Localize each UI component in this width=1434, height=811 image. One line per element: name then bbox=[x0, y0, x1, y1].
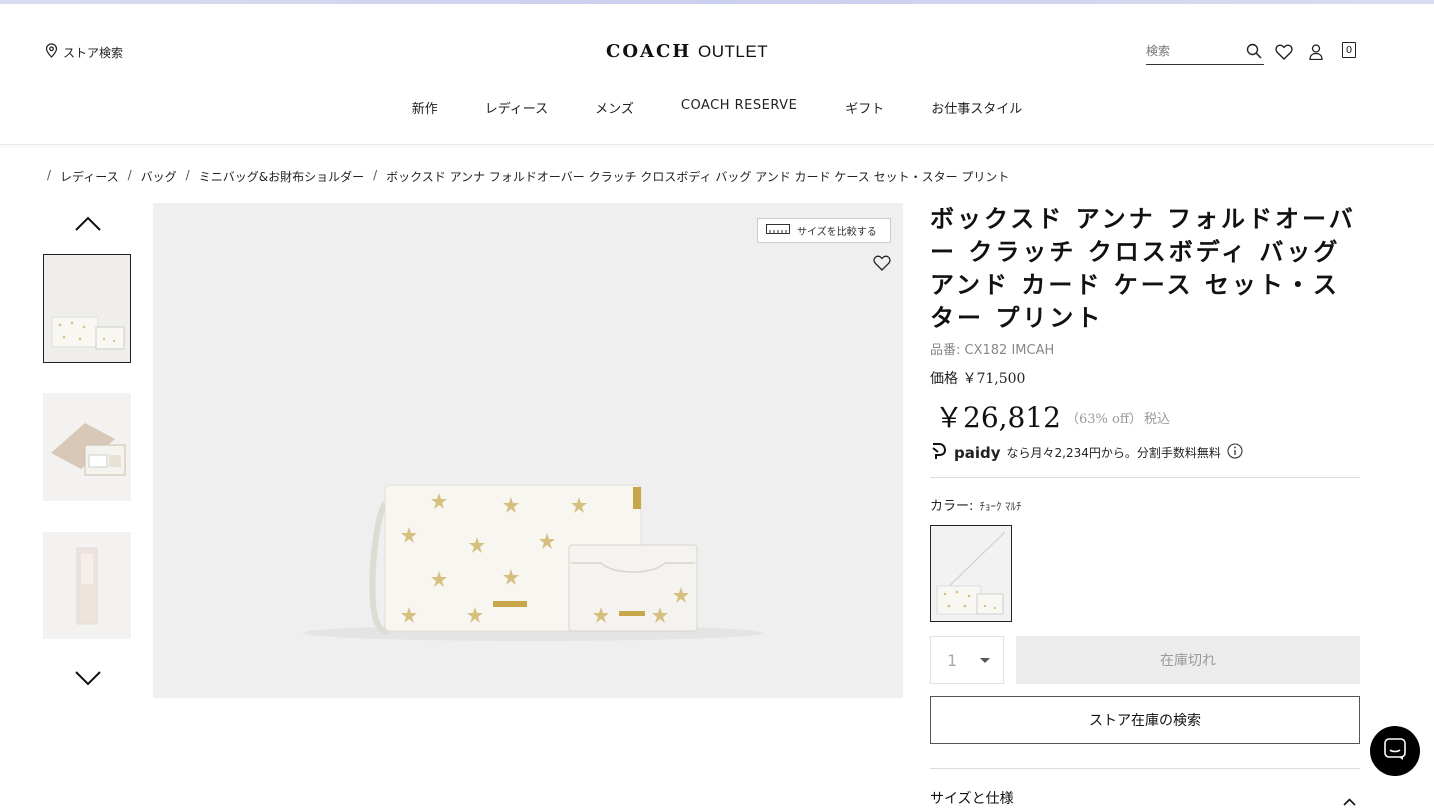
paidy-installment-info: paidy なら月々2,234円から。分割手数料無料 bbox=[930, 442, 1243, 463]
thumbnail-open-bag-image bbox=[43, 532, 131, 639]
paidy-text: なら月々2,234円から。分割手数料無料 bbox=[1006, 446, 1221, 460]
logo-main: COACH bbox=[606, 41, 692, 62]
thumbnail-1[interactable] bbox=[43, 254, 131, 363]
chevron-down-icon bbox=[980, 658, 990, 663]
discount-badge: （63% off） bbox=[1066, 412, 1143, 427]
nav-item-new[interactable]: 新作 bbox=[412, 98, 438, 117]
location-pin-icon bbox=[45, 43, 58, 61]
site-header: ストア検索 COACH OUTLET 0 新作 レディース メンズ COACH … bbox=[0, 4, 1434, 145]
breadcrumb: / レディース / バッグ / ミニバッグ&お財布ショルダー / ボックスド ア… bbox=[47, 168, 1009, 185]
nav-item-work-style[interactable]: お仕事スタイル bbox=[931, 98, 1022, 117]
chat-bubble-icon bbox=[1383, 737, 1407, 765]
info-icon[interactable] bbox=[1227, 443, 1243, 462]
thumbnail-scroll-up-icon[interactable] bbox=[75, 215, 101, 235]
section-divider bbox=[930, 768, 1360, 769]
thumbnail-2[interactable] bbox=[43, 393, 131, 501]
breadcrumb-item[interactable]: ミニバッグ&お財布ショルダー bbox=[199, 168, 364, 185]
size-spec-accordion[interactable]: サイズと仕様 bbox=[930, 788, 1014, 808]
thumbnail-bag-image bbox=[44, 255, 130, 362]
paidy-logo-icon bbox=[930, 442, 948, 463]
product-title: ボックスド アンナ フォルドオーバー クラッチ クロスボディ バッグ アンド カ… bbox=[930, 204, 1356, 332]
sold-out-button[interactable]: 在庫切れ bbox=[1016, 636, 1360, 684]
main-nav: 新作 レディース メンズ COACH RESERVE ギフト お仕事スタイル bbox=[0, 98, 1434, 117]
product-photo bbox=[153, 203, 903, 698]
thumbnail-3[interactable] bbox=[43, 532, 131, 639]
search-input[interactable] bbox=[1146, 40, 1241, 62]
color-label: カラー: bbox=[930, 499, 974, 514]
chevron-up-icon[interactable] bbox=[1343, 791, 1356, 810]
quantity-value: 1 bbox=[947, 650, 958, 670]
nav-item-gift[interactable]: ギフト bbox=[845, 98, 884, 117]
compare-size-label: サイズを比較する bbox=[797, 227, 877, 238]
thumbnail-box-image bbox=[43, 393, 131, 501]
breadcrumb-separator: / bbox=[47, 168, 52, 182]
brand-logo[interactable]: COACH OUTLET bbox=[606, 41, 768, 62]
paidy-brand: paidy bbox=[954, 443, 1001, 462]
product-sku: 品番: CX182 IMCAH bbox=[930, 343, 1055, 358]
original-price: 価格 ￥71,500 bbox=[930, 371, 1026, 387]
breadcrumb-current: ボックスド アンナ フォルドオーバー クラッチ クロスボディ バッグ アンド カ… bbox=[386, 170, 1010, 184]
breadcrumb-item[interactable]: バッグ bbox=[141, 168, 177, 185]
store-locator-label: ストア検索 bbox=[63, 45, 124, 60]
store-locator-link[interactable]: ストア検索 bbox=[45, 43, 123, 61]
tax-label: 税込 bbox=[1144, 412, 1171, 427]
quantity-select[interactable]: 1 bbox=[930, 636, 1004, 684]
sale-price: ￥26,812 bbox=[935, 401, 1061, 434]
color-value: ﾁｮｰｸ ﾏﾙﾁ bbox=[979, 500, 1022, 513]
nav-item-ladies[interactable]: レディース bbox=[485, 98, 548, 117]
account-icon[interactable] bbox=[1309, 44, 1323, 64]
wishlist-heart-icon[interactable] bbox=[1275, 44, 1293, 64]
main-product-image[interactable] bbox=[153, 203, 903, 698]
ruler-icon bbox=[766, 224, 790, 237]
search-box[interactable] bbox=[1146, 40, 1264, 65]
breadcrumb-separator: / bbox=[185, 168, 190, 182]
breadcrumb-item[interactable]: レディース bbox=[60, 168, 119, 185]
logo-sub: OUTLET bbox=[698, 42, 769, 61]
breadcrumb-separator: / bbox=[127, 168, 132, 182]
compare-size-button[interactable]: サイズを比較する bbox=[757, 218, 891, 243]
chat-support-button[interactable] bbox=[1370, 726, 1420, 776]
thumbnail-scroll-down-icon[interactable] bbox=[75, 671, 101, 691]
search-icon[interactable] bbox=[1246, 43, 1262, 63]
store-stock-search-button[interactable]: ストア在庫の検索 bbox=[930, 696, 1360, 744]
swatch-image bbox=[931, 526, 1011, 621]
nav-item-mens[interactable]: メンズ bbox=[595, 98, 634, 117]
cart-bag-icon[interactable]: 0 bbox=[1342, 42, 1356, 58]
nav-item-coach-reserve[interactable]: COACH RESERVE bbox=[681, 98, 797, 117]
add-to-wishlist-heart-icon[interactable] bbox=[873, 255, 891, 275]
section-divider bbox=[930, 477, 1360, 478]
breadcrumb-separator: / bbox=[373, 168, 378, 182]
color-selector-label: カラー: ﾁｮｰｸ ﾏﾙﾁ bbox=[930, 495, 1022, 514]
color-swatch-chalk-multi[interactable] bbox=[930, 525, 1012, 622]
